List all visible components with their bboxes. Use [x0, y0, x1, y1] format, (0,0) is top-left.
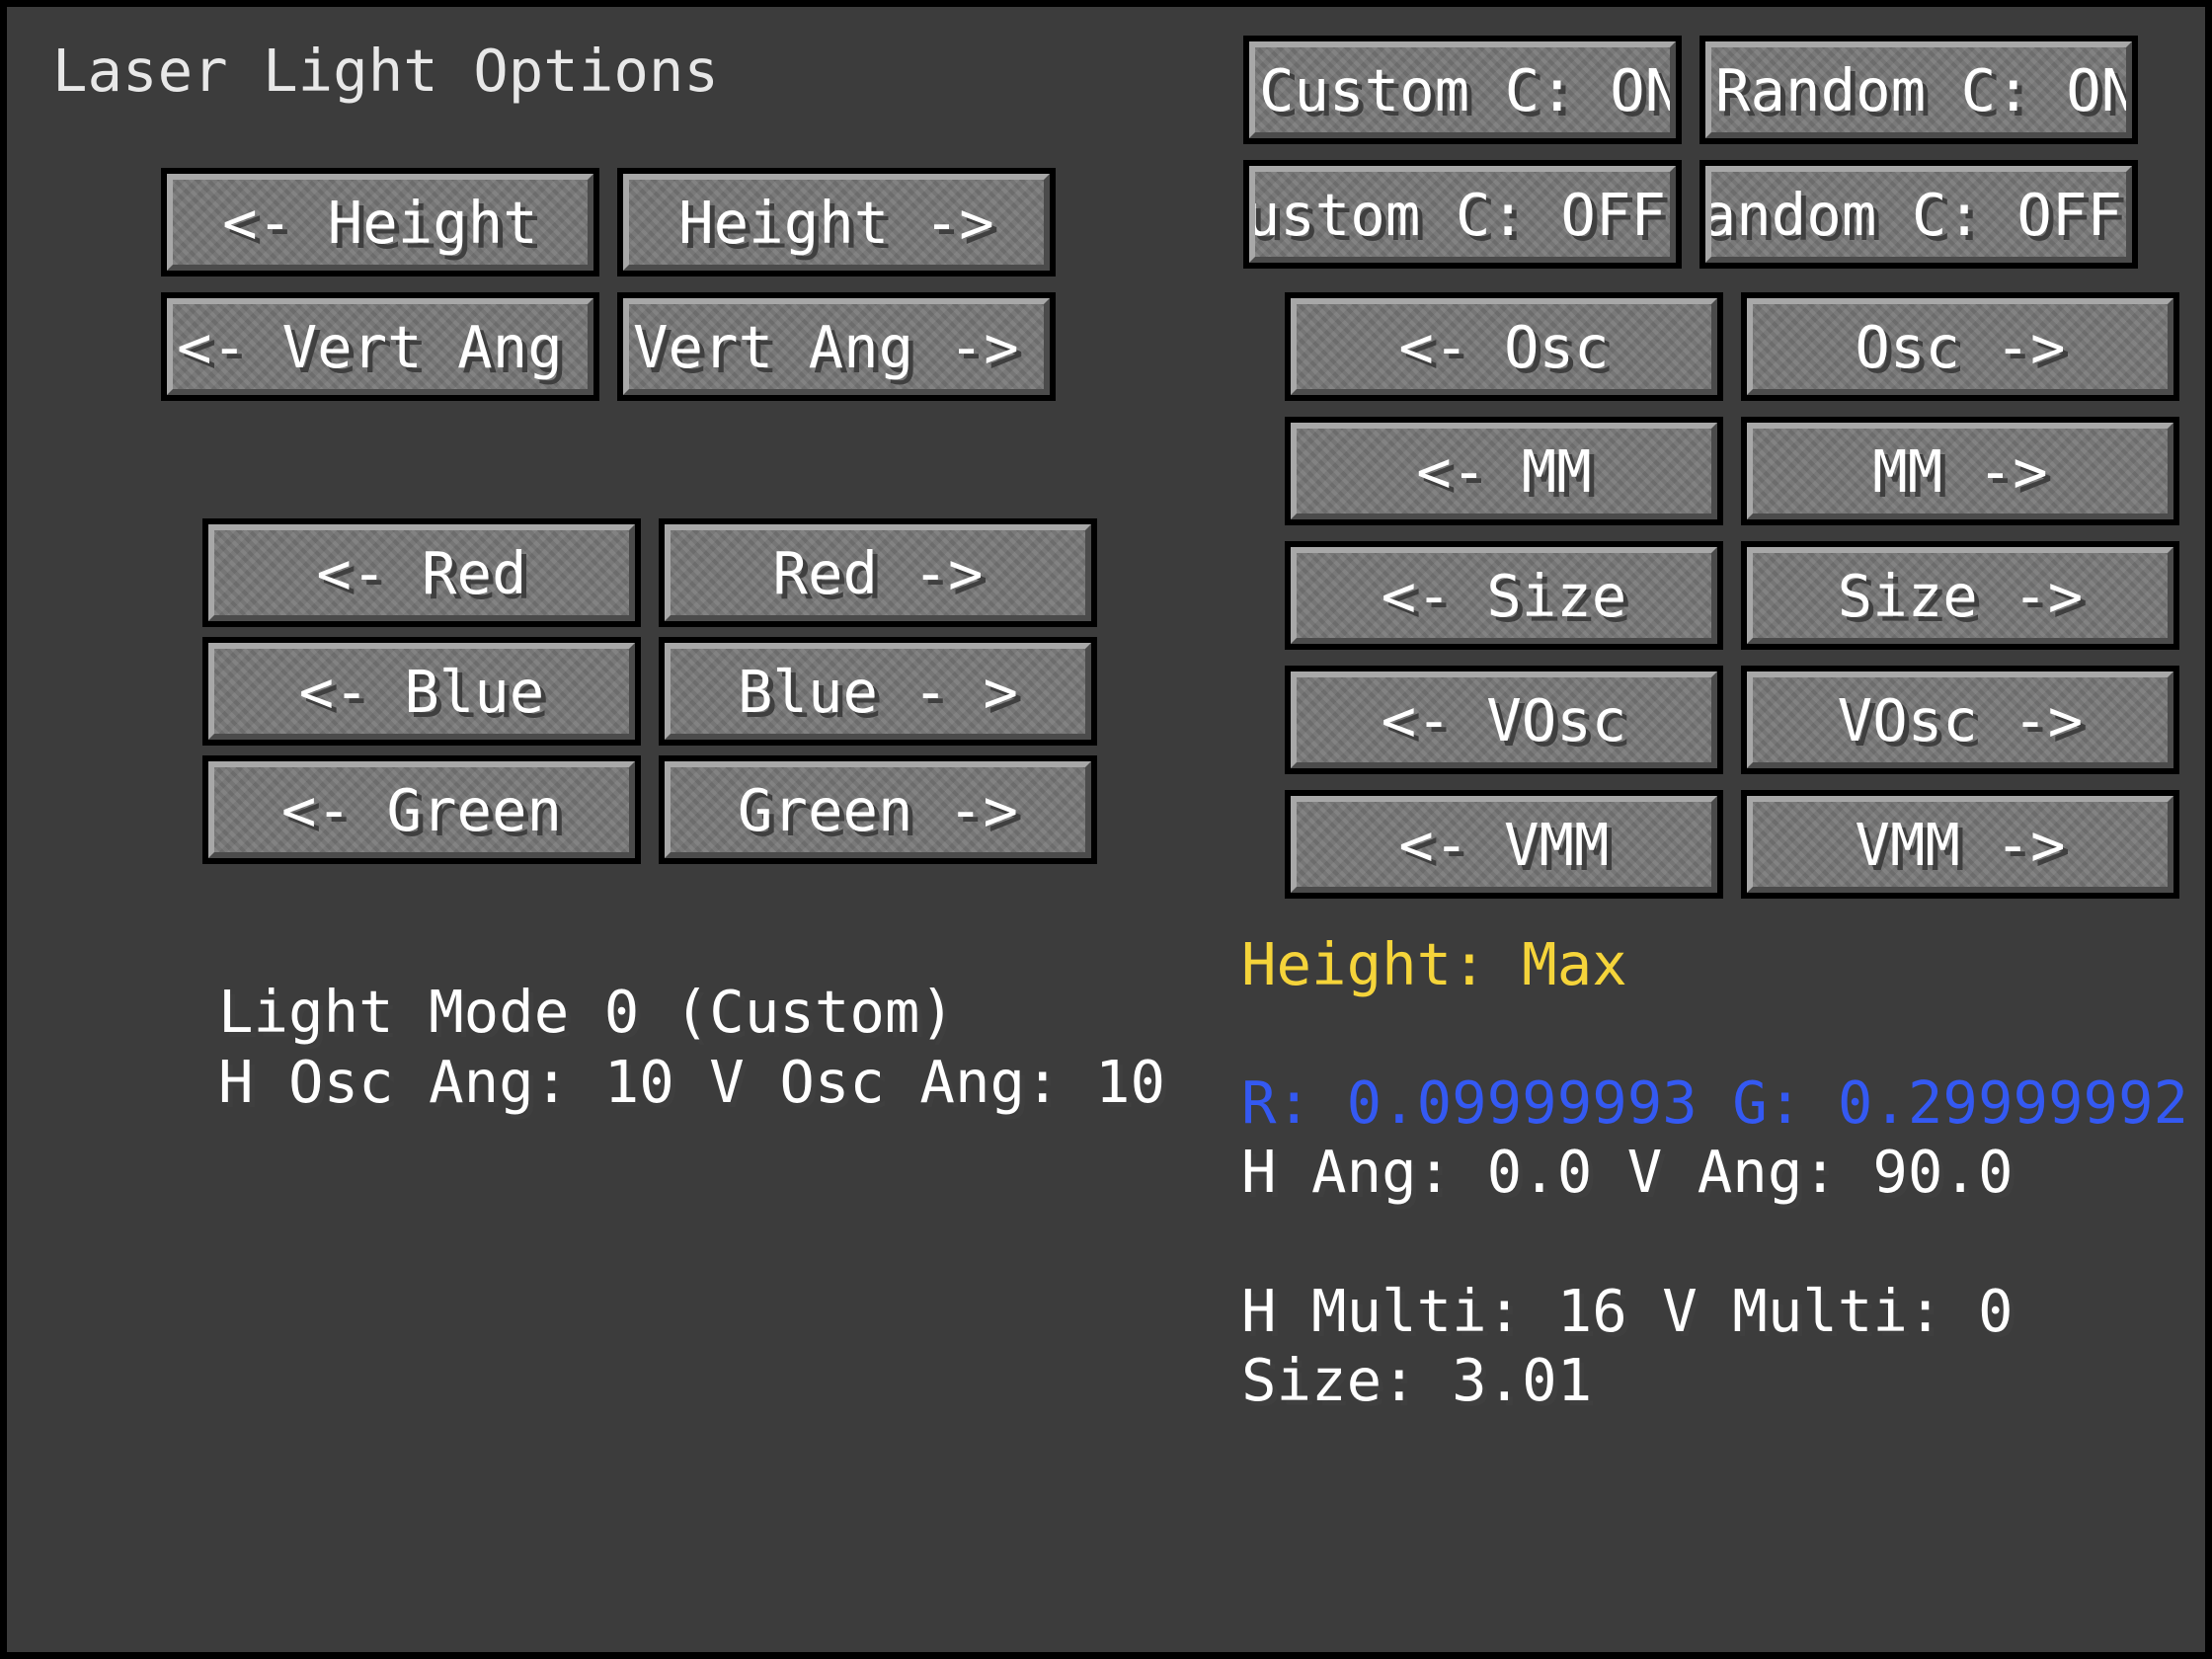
vmm-decrease-button[interactable]: <- VMM — [1285, 790, 1723, 899]
angle-status-text: H Ang: 0.0 V Ang: 90.0 — [1241, 1138, 2014, 1206]
green-decrease-button[interactable]: <- Green — [202, 755, 641, 864]
custom-color-toggle-button[interactable]: Custom C: ON — [1243, 36, 1682, 144]
height-decrease-label: <- Height — [222, 188, 538, 257]
screen-title: Laser Light Options — [52, 37, 719, 105]
vert-ang-decrease-label: <- Vert Ang — [177, 312, 563, 381]
vosc-increase-button[interactable]: VOsc -> — [1741, 666, 2179, 774]
size-increase-button[interactable]: Size -> — [1741, 541, 2179, 650]
green-increase-button[interactable]: Green -> — [659, 755, 1097, 864]
height-increase-button[interactable]: Height -> — [617, 168, 1056, 276]
blue-increase-button[interactable]: Blue - > — [659, 637, 1097, 746]
custom-color-off-button[interactable]: Custom C: OFF — [1243, 160, 1682, 269]
size-decrease-button[interactable]: <- Size — [1285, 541, 1723, 650]
blue-decrease-label: <- Blue — [298, 657, 545, 726]
green-increase-label: Green -> — [737, 775, 1019, 844]
vosc-decrease-label: <- VOsc — [1381, 685, 1627, 754]
red-increase-label: Red -> — [772, 538, 984, 607]
height-status-text: Height: Max — [1241, 930, 1627, 998]
red-increase-button[interactable]: Red -> — [659, 518, 1097, 627]
osc-increase-button[interactable]: Osc -> — [1741, 292, 2179, 401]
vmm-decrease-label: <- VMM — [1398, 810, 1610, 879]
size-decrease-label: <- Size — [1381, 561, 1627, 630]
vosc-increase-label: VOsc -> — [1837, 685, 2084, 754]
light-mode-text: Light Mode 0 (Custom) — [218, 978, 955, 1046]
red-decrease-button[interactable]: <- Red — [202, 518, 641, 627]
vert-ang-increase-label: Vert Ang -> — [633, 312, 1019, 381]
height-increase-label: Height -> — [678, 188, 994, 257]
multi-status-text: H Multi: 16 V Multi: 0 — [1241, 1277, 2014, 1345]
vert-ang-decrease-button[interactable]: <- Vert Ang — [161, 292, 599, 401]
osc-decrease-label: <- Osc — [1398, 312, 1610, 381]
blue-increase-label: Blue - > — [737, 657, 1019, 726]
blue-decrease-button[interactable]: <- Blue — [202, 637, 641, 746]
osc-decrease-button[interactable]: <- Osc — [1285, 292, 1723, 401]
random-color-off-label: Random C: OFF — [1705, 180, 2122, 249]
vosc-decrease-button[interactable]: <- VOsc — [1285, 666, 1723, 774]
osc-increase-label: Osc -> — [1855, 312, 2066, 381]
custom-color-toggle-label: Custom C: ON — [1259, 55, 1676, 124]
size-increase-label: Size -> — [1837, 561, 2084, 630]
mm-decrease-label: <- MM — [1416, 436, 1592, 506]
mm-increase-label: MM -> — [1872, 436, 2048, 506]
mm-decrease-button[interactable]: <- MM — [1285, 417, 1723, 525]
green-decrease-label: <- Green — [280, 775, 563, 844]
height-decrease-button[interactable]: <- Height — [161, 168, 599, 276]
vmm-increase-label: VMM -> — [1855, 810, 2066, 879]
vmm-increase-button[interactable]: VMM -> — [1741, 790, 2179, 899]
size-status-text: Size: 3.01 — [1241, 1346, 1593, 1414]
random-color-off-button[interactable]: Random C: OFF — [1699, 160, 2138, 269]
random-color-toggle-label: Random C: ON — [1715, 55, 2132, 124]
rgb-status-text: R: 0.09999993 G: 0.29999992 — [1241, 1068, 2189, 1137]
vert-ang-increase-button[interactable]: Vert Ang -> — [617, 292, 1056, 401]
red-decrease-label: <- Red — [316, 538, 527, 607]
osc-angles-text: H Osc Ang: 10 V Osc Ang: 10 — [218, 1048, 1166, 1116]
random-color-toggle-button[interactable]: Random C: ON — [1699, 36, 2138, 144]
custom-color-off-label: Custom C: OFF — [1249, 180, 1666, 249]
mm-increase-button[interactable]: MM -> — [1741, 417, 2179, 525]
laser-options-screen: Laser Light Options <- Height Height -> … — [7, 7, 2205, 1652]
